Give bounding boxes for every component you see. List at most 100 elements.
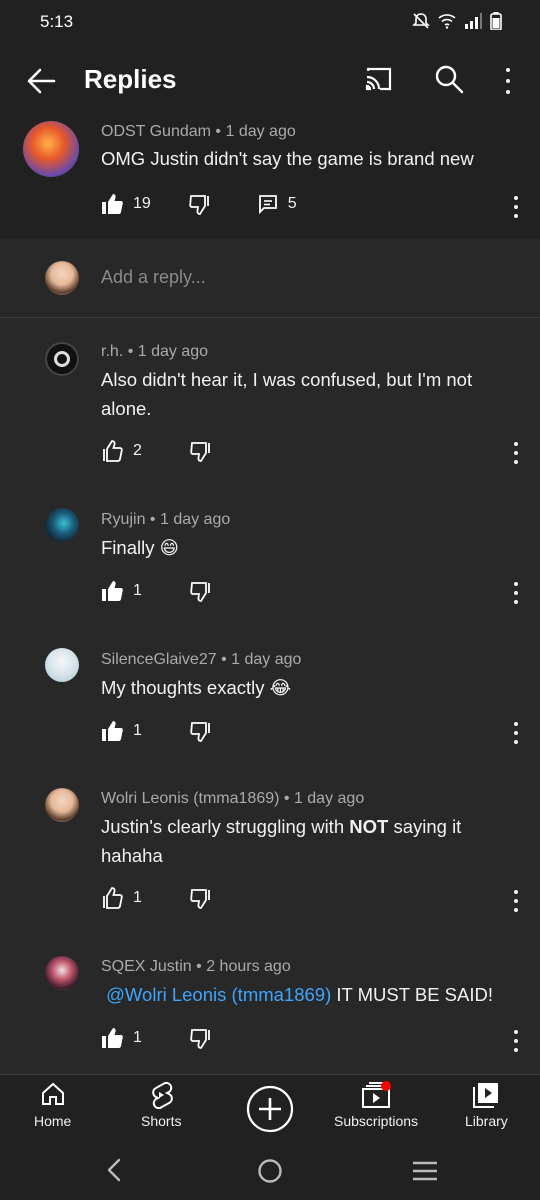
like-button[interactable]: 1 [101,580,142,602]
nav-shorts[interactable]: Shorts [141,1081,181,1129]
meta-separator: • [196,958,207,975]
nav-library-label: Library [465,1113,508,1129]
comment-author[interactable]: ODST Gundam [101,123,211,140]
like-count: 2 [133,442,142,459]
comment-actions: 1 [101,716,212,746]
system-home-icon[interactable] [257,1158,283,1184]
nav-home-label: Home [34,1113,72,1129]
comment-time: 1 day ago [159,511,231,528]
comment-text: My thoughts exactly 😂 [101,677,292,698]
comment-author[interactable]: SQEX Justin [101,958,192,975]
thumbs-down-icon[interactable] [189,193,211,215]
comment-menu-icon[interactable] [510,722,522,744]
comment-text: Finally 😄 [101,537,179,558]
reply-count: 5 [287,195,297,212]
like-button[interactable]: 2 [101,440,142,462]
reply-input[interactable]: Add a reply... [101,267,206,288]
comment-actions: 1 [101,883,212,913]
nav-library[interactable]: Library [465,1081,508,1129]
overflow-menu-icon[interactable] [502,68,514,94]
system-nav-bar [0,1142,540,1200]
comment-meta: Wolri Leonis (tmma1869) • 1 day ago [101,790,364,808]
comment-actions: 19 5 [101,189,297,219]
comment-text-part: Justin's clearly struggling with [101,816,350,837]
comment-menu-icon[interactable] [510,196,522,218]
home-icon [41,1082,64,1105]
comment-time: 1 day ago [137,343,209,360]
avatar[interactable] [45,508,79,542]
thumbs-down-icon[interactable] [190,580,212,602]
page-title: Replies [84,64,177,94]
comment-text: OMG Justin didn't say the game is brand … [101,148,474,169]
cast-icon[interactable] [362,62,396,96]
wifi-icon [438,14,456,29]
comment-meta: r.h. • 1 day ago [101,343,208,361]
avatar [45,261,79,295]
like-count: 1 [133,1029,142,1046]
like-button[interactable]: 1 [101,720,142,742]
list-item: SQEX Justin • 2 hours ago @Wolri Leonis … [0,934,540,1074]
subscriptions-icon [362,1081,392,1108]
thumbs-down-icon[interactable] [190,1027,212,1049]
comment-menu-icon[interactable] [510,582,522,604]
avatar[interactable] [45,342,79,376]
system-recents-icon[interactable] [412,1160,438,1182]
list-item: Wolri Leonis (tmma1869) • 1 day ago Just… [0,766,540,934]
comment-author[interactable]: SilenceGlaive27 [101,651,217,668]
comment-text-bold: NOT [349,816,389,837]
comment-text: Justin's clearly struggling with NOT say… [101,812,511,870]
status-bar: 5:13 [0,0,540,44]
back-arrow-icon[interactable] [24,64,58,98]
avatar[interactable] [45,648,79,682]
comment-author[interactable]: Ryujin [101,511,145,528]
thumbs-down-icon[interactable] [190,440,212,462]
comment-author[interactable]: r.h. [101,343,123,360]
shorts-icon [152,1081,173,1109]
like-button[interactable]: 1 [101,1027,142,1049]
list-item: r.h. • 1 day ago Also didn't hear it, I … [0,318,540,486]
list-item: Ryujin • 1 day ago Finally 😄 1 [0,486,540,626]
nav-subscriptions[interactable]: Subscriptions [334,1081,418,1129]
reply-composer[interactable]: Add a reply... [0,239,540,318]
meta-separator: • [221,651,232,668]
comment-menu-icon[interactable] [510,1030,522,1052]
comment-menu-icon[interactable] [510,890,522,912]
meta-separator: • [283,790,294,807]
comment-meta: ODST Gundam • 1 day ago [101,123,296,141]
comment-actions: 1 [101,576,212,606]
app-bar: Replies [0,44,540,116]
like-button[interactable]: 1 [101,887,142,909]
comment-meta: SQEX Justin • 2 hours ago [101,958,291,976]
avatar[interactable] [45,788,79,822]
nav-home[interactable]: Home [34,1081,71,1129]
mention-link[interactable]: @Wolri Leonis (tmma1869) [106,984,331,1005]
replies-button[interactable]: 5 [258,194,297,214]
comment-time: 1 day ago [231,651,302,668]
mute-icon [412,13,430,29]
comment-time: 2 hours ago [206,958,291,975]
nav-shorts-label: Shorts [141,1113,182,1129]
thumbs-up-filled-icon [102,581,123,601]
thumbs-down-icon[interactable] [190,887,212,909]
like-button[interactable]: 19 [101,193,151,215]
thumbs-up-filled-icon [102,194,123,214]
avatar[interactable] [45,956,79,990]
thumbs-up-icon [103,440,123,462]
comment-meta: Ryujin • 1 day ago [101,511,230,529]
comment-time: 1 day ago [225,123,296,140]
search-icon[interactable] [432,62,466,96]
avatar[interactable] [23,121,79,177]
thumbs-down-icon[interactable] [190,720,212,742]
like-count: 1 [133,582,142,599]
create-button[interactable] [246,1085,294,1133]
list-item: SilenceGlaive27 • 1 day ago My thoughts … [0,626,540,766]
signal-icon [465,13,482,29]
system-back-icon[interactable] [104,1158,124,1182]
comment-menu-icon[interactable] [510,442,522,464]
like-count: 19 [133,195,151,212]
comment-author[interactable]: Wolri Leonis (tmma1869) [101,790,279,807]
thumbs-up-icon [103,887,123,909]
status-time: 5:13 [40,12,74,31]
nav-subscriptions-label: Subscriptions [334,1113,419,1129]
meta-separator: • [215,123,226,140]
